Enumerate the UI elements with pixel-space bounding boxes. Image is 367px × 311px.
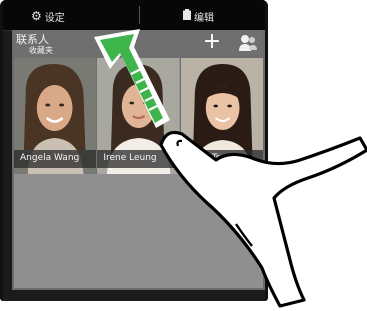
contacts-card: 联系人 收藏夹 + Angela Wang Irene Leung Sofia … [12,30,265,290]
favorites-subtitle: 收藏夹 [29,46,53,55]
contact-tile-sofia[interactable]: Sofia Tsang [180,58,263,174]
contacts-header: 联系人 收藏夹 + [14,30,263,58]
contact-name: Sofia Tsang [186,153,238,163]
contact-name: Angela Wang [20,153,80,163]
phone-screen: ⚙ 设定 编辑 联系人 收藏夹 + Angela Wang Irene Leun… [3,0,265,301]
favorites-row: Angela Wang Irene Leung Sofia Tsang [14,58,263,174]
add-contact-button[interactable]: + [201,30,223,56]
contact-name: Irene Leung [103,153,157,163]
contact-tile-irene[interactable]: Irene Leung [97,58,181,174]
gear-icon: ⚙ [31,9,42,23]
notes-shortcut[interactable]: 编辑 [183,8,214,24]
contact-tile-angela[interactable]: Angela Wang [14,58,98,174]
top-divider [139,6,140,24]
plus-icon: + [202,29,222,54]
top-bar: ⚙ 设定 编辑 [3,0,265,31]
clipboard-icon [183,9,191,23]
people-button[interactable] [238,33,258,53]
settings-label: 设定 [44,12,65,24]
people-icon [239,35,257,51]
phone-frame: ⚙ 设定 编辑 联系人 收藏夹 + Angela Wang Irene Leun… [0,0,268,301]
contacts-list-area[interactable] [14,174,263,288]
notes-label: 编辑 [194,12,214,24]
settings-shortcut[interactable]: ⚙ 设定 [31,8,65,24]
